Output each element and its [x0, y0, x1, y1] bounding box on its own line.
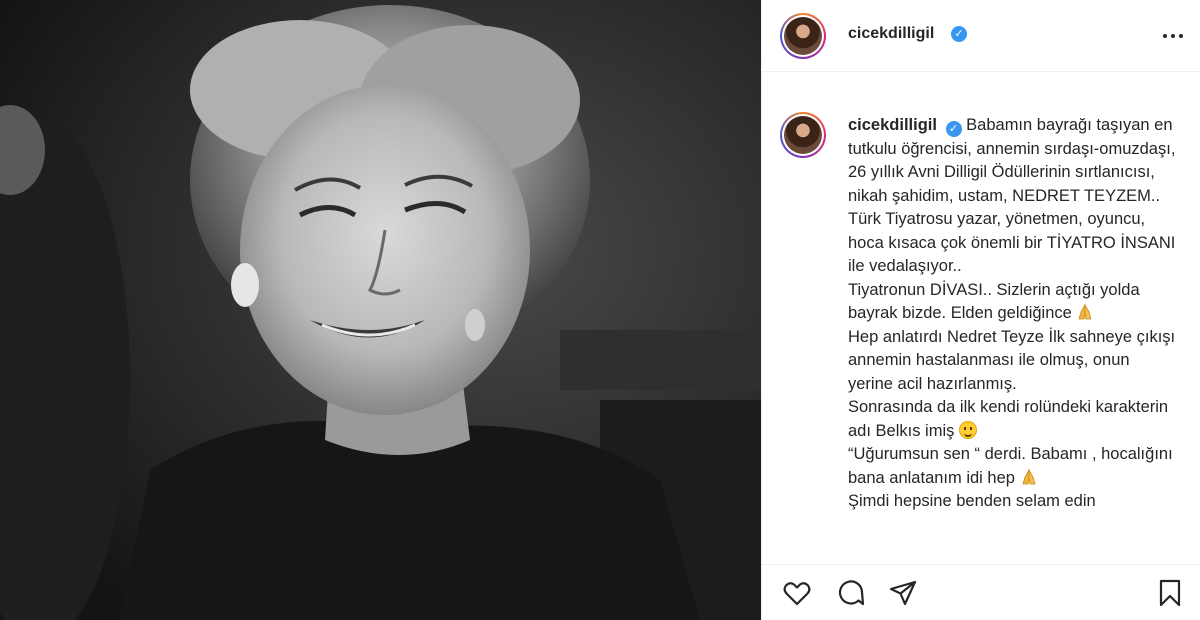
more-options-icon[interactable] — [1161, 26, 1185, 46]
post-photo[interactable] — [0, 0, 761, 620]
post-header: cicekdilligil ✓ — [762, 0, 1200, 72]
caption-scroll-area[interactable]: cicekdilligil ✓ Babamın bayrağı taşıyan … — [762, 72, 1200, 565]
caption-paragraph: “Uğurumsun sen “ derdi. Babamı , hocalığ… — [848, 445, 1173, 487]
heart-icon[interactable] — [782, 578, 812, 608]
post-action-bar — [762, 566, 1200, 620]
post-side-panel: cicekdilligil ✓ cicekdilligil ✓ Babamın … — [761, 0, 1200, 620]
caption-avatar[interactable] — [780, 112, 826, 158]
caption-paragraph: Türk Tiyatrosu yazar, yönetmen, oyuncu, … — [848, 210, 1176, 275]
verified-badge-icon: ✓ — [945, 121, 962, 137]
portrait-photo — [0, 0, 761, 620]
caption-paragraph: Tiyatronun DİVASI.. Sizlerin açtığı yold… — [848, 280, 1140, 323]
send-icon[interactable] — [888, 578, 918, 608]
avatar[interactable] — [780, 13, 826, 59]
folded-hands-emoji-icon — [1022, 467, 1036, 484]
caption-paragraph: Şimdi hepsine benden selam edin — [848, 492, 1096, 510]
verified-badge-icon: ✓ — [951, 26, 967, 42]
folded-hands-emoji-icon — [1078, 303, 1092, 320]
smiling-face-emoji-icon — [958, 420, 977, 439]
username-link[interactable]: cicekdilligil — [848, 25, 934, 43]
caption-paragraph: Sonrasında da ilk kendi rolündeki karakt… — [848, 398, 1169, 440]
caption-username-link[interactable]: cicekdilligil — [848, 116, 937, 134]
comment-icon[interactable] — [836, 578, 866, 608]
caption-text: cicekdilligil ✓ Babamın bayrağı taşıyan … — [848, 114, 1178, 514]
bookmark-icon[interactable] — [1155, 578, 1185, 608]
caption-paragraph: Hep anlatırdı Nedret Teyze İlk sahneye ç… — [848, 327, 1176, 393]
